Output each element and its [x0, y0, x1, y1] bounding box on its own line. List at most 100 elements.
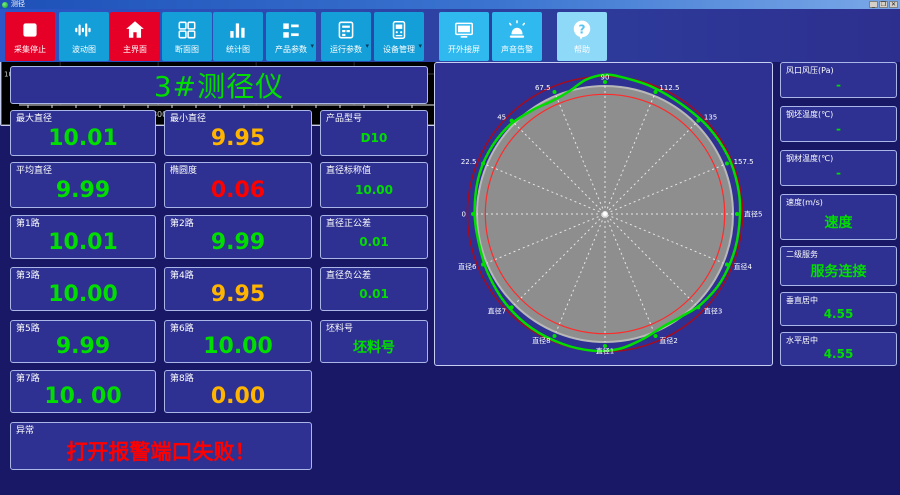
- measure-cell-value: 坯料号: [353, 339, 395, 356]
- device-manage-icon: [388, 15, 410, 45]
- toolbar-button-label: 设备管理: [383, 45, 415, 54]
- measure-cell-value: 10.01: [48, 229, 118, 255]
- status-panel: 钢材温度(℃) -: [780, 150, 897, 186]
- status-panel: 二级服务 服务连接: [780, 246, 897, 286]
- toolbar-button-label: 产品参数: [275, 45, 307, 54]
- polar-axis-label: 直径2: [659, 336, 677, 345]
- page-title: 3#测径仪: [153, 70, 285, 103]
- toolbar-button-label: 声音告警: [501, 45, 533, 54]
- polar-axis-label: 112.5: [659, 84, 679, 92]
- alarm-panel: 异常 打开报警端口失败！: [10, 422, 312, 470]
- status-panel-value: -: [836, 166, 841, 180]
- polar-axis-label: 直径4: [734, 262, 753, 271]
- polar-axis-label: 22.5: [461, 158, 477, 166]
- polar-axis-label: 直径6: [458, 262, 477, 271]
- polar-axis-label: 67.5: [535, 84, 551, 92]
- status-panel-value: -: [836, 78, 841, 92]
- toolbar-button-run-params[interactable]: 运行参数 ▾: [321, 12, 371, 61]
- measure-cell-value: 10. 00: [44, 384, 122, 409]
- app-icon: [2, 1, 8, 8]
- toolbar-button-label: 断面图: [175, 45, 199, 54]
- measure-cell: 第2路 9.99: [164, 215, 312, 259]
- section-grid-icon: [176, 15, 198, 45]
- measure-cell-value: 9.99: [55, 177, 111, 203]
- toolbar-button-stop[interactable]: 采集停止: [5, 12, 55, 61]
- run-params-icon: [335, 15, 357, 45]
- toolbar-button-label: 运行参数: [330, 45, 362, 54]
- measure-cell-value: 10.00: [48, 281, 118, 307]
- measure-cell-value: 10.01: [48, 125, 118, 151]
- status-panel-value: 4.55: [823, 347, 854, 361]
- measure-cell: 椭圆度 0.06: [164, 162, 312, 208]
- measure-cell: 第7路 10. 00: [10, 370, 156, 413]
- main-toolbar: 采集停止 波动图 主界面 断面图 统计图 产品参数 ▾ 运行参数 ▾ 设备管理 ▾ 开外接屏 声音告警?…: [0, 9, 900, 62]
- polar-axis-label: 0: [462, 211, 466, 219]
- toolbar-button-label: 统计图: [226, 45, 250, 54]
- measure-cell: 直径正公差 0.01: [320, 215, 428, 259]
- status-panel-value: 速度: [824, 215, 853, 231]
- measure-cell-value: 0.00: [210, 384, 266, 409]
- chevron-down-icon: ▾: [365, 42, 369, 50]
- measure-cell: 产品型号 D10: [320, 110, 428, 156]
- station-title-panel: 3#测径仪: [10, 66, 428, 104]
- polar-axis-label: 直径1: [596, 347, 614, 356]
- window-titlebar: 测径 _ ❐ ✕: [0, 0, 900, 9]
- toolbar-button-label: 主界面: [123, 45, 147, 54]
- polar-axis-label: 45: [497, 114, 506, 122]
- toolbar-button-section-grid[interactable]: 断面图: [162, 12, 212, 61]
- toolbar-button-label: 采集停止: [14, 45, 46, 54]
- measure-cell-value: 10.00: [355, 183, 393, 197]
- measure-cell-value: 10.00: [203, 334, 273, 359]
- status-panel-value: 服务连接: [810, 264, 867, 280]
- home-icon: [124, 15, 146, 45]
- close-button[interactable]: ✕: [889, 1, 898, 8]
- toolbar-button-bar-chart[interactable]: 统计图: [213, 12, 263, 61]
- chevron-down-icon: ▾: [310, 42, 314, 50]
- status-panel: 水平居中 4.55: [780, 332, 897, 366]
- polar-axis-label: 157.5: [734, 158, 754, 166]
- toolbar-button-label: 开外接屏: [448, 45, 480, 54]
- cross-section-chart-panel: 0 22.5 45 67.5 90 112.5 135 157.5 直径5 直径4 直径3 直径2 直径…: [434, 62, 773, 366]
- polar-axis-label: 直径3: [704, 306, 722, 315]
- window-controls: _ ❐ ✕: [869, 1, 900, 8]
- measure-cell: 直径负公差 0.01: [320, 267, 428, 311]
- status-panel-value: 4.55: [823, 307, 854, 321]
- maximize-button[interactable]: ❐: [879, 1, 888, 8]
- toolbar-button-label: 波动图: [72, 45, 96, 54]
- measure-cell-value: 9.95: [210, 125, 266, 151]
- toolbar-button-waveform[interactable]: 波动图: [59, 12, 109, 61]
- measure-cell: 第5路 9.99: [10, 320, 156, 363]
- measure-cell: 直径标称值 10.00: [320, 162, 428, 208]
- toolbar-button-external-screen[interactable]: 开外接屏: [439, 12, 489, 61]
- chevron-down-icon: ▾: [418, 42, 422, 50]
- measure-cell: 第6路 10.00: [164, 320, 312, 363]
- measure-cell: 第8路 0.00: [164, 370, 312, 413]
- stop-icon: [19, 15, 41, 45]
- polar-axis-label: 135: [704, 114, 717, 122]
- toolbar-button-device-manage[interactable]: 设备管理 ▾: [374, 12, 424, 61]
- measure-cell-value: 0.01: [359, 287, 389, 301]
- toolbar-button-home[interactable]: 主界面: [110, 12, 160, 61]
- measure-cell: 第4路 9.95: [164, 267, 312, 311]
- measure-cell: 第1路 10.01: [10, 215, 156, 259]
- measure-cell-value: 0.01: [359, 235, 389, 249]
- minimize-button[interactable]: _: [869, 1, 878, 8]
- measure-cell: 第3路 10.00: [10, 267, 156, 311]
- cross-section-polar-chart: 0 22.5 45 67.5 90 112.5 135 157.5 直径5 直径4 直径3 直径2 直径…: [458, 73, 762, 356]
- measure-cell: 最小直径 9.95: [164, 110, 312, 156]
- toolbar-button-product-params[interactable]: 产品参数 ▾: [266, 12, 316, 61]
- toolbar-button-label: 帮助: [574, 45, 590, 54]
- bar-chart-icon: [227, 15, 249, 45]
- application-window: 测径 _ ❐ ✕ 采集停止 波动图 主界面 断面图 统计图 产品参数 ▾ 运行参数 ▾ 设备管理 ▾…: [0, 0, 900, 495]
- status-panel: 钢坯温度(℃) -: [780, 106, 897, 142]
- toolbar-button-sound-alarm[interactable]: 声音告警: [492, 12, 542, 61]
- measure-cell: 坯料号 坯料号: [320, 320, 428, 363]
- measure-cell: 平均直径 9.99: [10, 162, 156, 208]
- measure-cell: 最大直径 10.01: [10, 110, 156, 156]
- status-panel: 风口风压(Pa) -: [780, 62, 897, 98]
- polar-axis-label: 直径7: [488, 306, 506, 315]
- toolbar-button-help[interactable]: ? 帮助: [557, 12, 607, 61]
- measure-cell-value: 0.06: [210, 177, 266, 203]
- polar-axis-label: 90: [601, 74, 610, 82]
- polar-axis-label: 直径8: [532, 336, 550, 345]
